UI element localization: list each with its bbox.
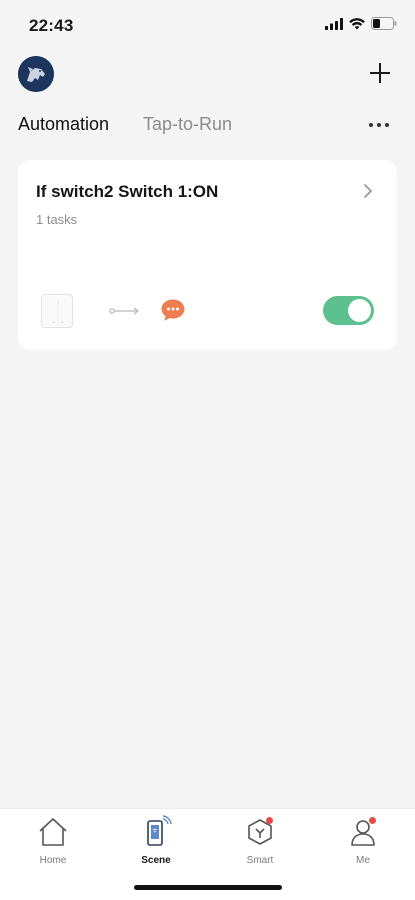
status-icons bbox=[325, 17, 397, 30]
message-icon bbox=[161, 299, 185, 321]
tabbar-item-smart[interactable]: Smart bbox=[225, 815, 295, 871]
automation-task-count: 1 tasks bbox=[36, 212, 78, 227]
status-bar: 22:43 bbox=[0, 0, 415, 52]
tabbar-item-scene[interactable]: Scene bbox=[121, 815, 191, 871]
person-icon-wrap bbox=[346, 815, 380, 849]
battery-icon bbox=[371, 17, 397, 30]
tab-automation[interactable]: Automation bbox=[18, 114, 109, 135]
wifi-icon bbox=[349, 17, 365, 29]
smart-badge bbox=[266, 817, 273, 824]
scene-icon bbox=[147, 815, 172, 846]
me-badge bbox=[369, 817, 376, 824]
tabbar-item-home[interactable]: Home bbox=[18, 815, 88, 871]
more-icon[interactable] bbox=[367, 120, 391, 130]
automation-toggle[interactable] bbox=[323, 296, 374, 325]
status-time: 22:43 bbox=[29, 16, 74, 35]
chevron-right-icon bbox=[364, 184, 372, 198]
signal-icon bbox=[325, 17, 343, 30]
automation-card[interactable]: If switch2 Switch 1:ON 1 tasks bbox=[18, 160, 397, 350]
home-indicator bbox=[134, 885, 282, 890]
avatar[interactable] bbox=[18, 56, 54, 92]
home-icon bbox=[39, 818, 67, 846]
toggle-knob bbox=[348, 299, 371, 322]
smart-icon-wrap bbox=[243, 815, 277, 849]
tabbar-label-me: Me bbox=[356, 855, 370, 866]
avatar-image bbox=[18, 56, 54, 92]
tabbar-label-home: Home bbox=[39, 855, 67, 866]
scene-tabs: Automation Tap-to-Run bbox=[0, 108, 415, 144]
tab-tap-to-run[interactable]: Tap-to-Run bbox=[143, 114, 232, 135]
tabbar-label-scene: Scene bbox=[141, 855, 171, 866]
arrow-right-icon bbox=[109, 307, 139, 315]
tabbar-label-smart: Smart bbox=[246, 855, 274, 866]
add-button[interactable] bbox=[367, 60, 393, 86]
header bbox=[0, 52, 415, 102]
switch-device-icon bbox=[41, 294, 73, 328]
bottom-tab-bar: Home Scene Smart Me bbox=[0, 808, 415, 900]
tabbar-item-me[interactable]: Me bbox=[328, 815, 398, 871]
automation-title: If switch2 Switch 1:ON bbox=[36, 182, 219, 201]
